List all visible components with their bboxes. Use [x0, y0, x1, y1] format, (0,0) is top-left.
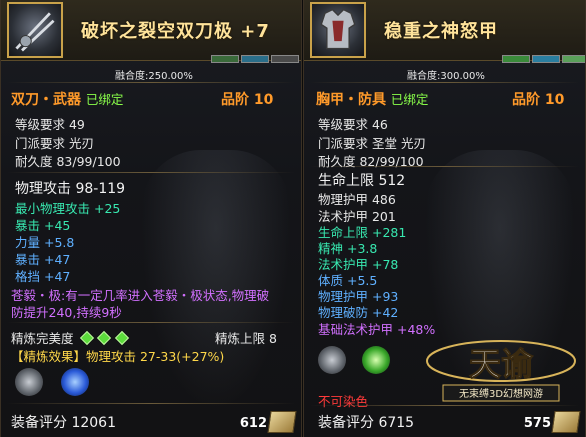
diamond-icon	[97, 330, 112, 346]
fusion-rate: 融合度:300.00%	[407, 71, 485, 82]
refine-effect: 【精炼效果】物理攻击 27-33(+27%)	[11, 349, 225, 364]
main-stat: 物理攻击 98-119	[15, 181, 126, 197]
currency-icon	[267, 411, 297, 433]
blue-gem-icon[interactable]	[61, 368, 89, 396]
gem-socket-icon[interactable]	[15, 368, 43, 396]
green-gem-icon[interactable]	[362, 346, 390, 374]
logo-subtitle: 无束缚3D幻想网游	[459, 387, 543, 400]
no-dye-notice: 不可染色	[318, 394, 369, 409]
refine-label: 精炼完美度	[11, 331, 74, 346]
sell-price: 612	[239, 416, 267, 431]
fusion-bars	[502, 55, 585, 63]
tooltip-header: 稳重之神怒甲	[304, 0, 585, 61]
divider	[310, 166, 579, 167]
divider	[310, 82, 579, 83]
divider	[7, 172, 295, 173]
divider	[7, 403, 295, 404]
equipment-score: 装备评分 6715	[318, 415, 415, 431]
item-tooltip-armor: 稳重之神怒甲 融合度:300.00% 胸甲・防具 已绑定 品阶 10 等级要求 …	[303, 0, 586, 437]
item-title: 破坏之裂空双刀极 +7	[81, 21, 270, 42]
divider	[7, 322, 295, 323]
divider	[310, 405, 579, 406]
equipment-score: 装备评分 12061	[11, 415, 116, 431]
bonus-stat: 格挡 +47	[15, 269, 71, 284]
refine-cap: 精炼上限 8	[215, 331, 277, 346]
fusion-bars	[211, 55, 299, 63]
logo-main-text: 天谕	[469, 345, 534, 383]
currency-icon	[551, 411, 581, 433]
school-requirement: 门派要求 光刃	[15, 136, 94, 151]
item-category: 双刀・武器	[11, 92, 81, 108]
chest-armor-item-icon[interactable]	[310, 2, 366, 58]
diamond-icon	[79, 330, 94, 346]
item-category: 胸甲・防具	[316, 92, 386, 108]
school-requirement: 门派要求 圣堂 光刃	[318, 136, 426, 151]
tianyu-logo: 天谕 无束缚3D幻想网游	[426, 340, 576, 402]
item-tooltip-weapon: 破坏之裂空双刀极 +7 融合度:250.00% 双刀・武器 已绑定 品阶 10 …	[0, 0, 302, 437]
bound-status: 已绑定	[390, 92, 429, 107]
item-grade: 品阶 10	[512, 92, 565, 108]
dual-blade-item-icon[interactable]	[7, 2, 63, 58]
fusion-rate: 融合度:250.00%	[115, 71, 193, 82]
bound-status: 已绑定	[85, 92, 124, 107]
sell-price: 575	[523, 416, 551, 431]
main-stat: 生命上限 512	[318, 173, 406, 189]
character-preview-backdrop	[141, 150, 291, 410]
special-effect-line: 防提升240,持续9秒	[11, 305, 122, 320]
durability: 耐久度 83/99/100	[15, 154, 121, 169]
item-grade: 品阶 10	[221, 92, 274, 108]
stat-line: 基础法术护甲 +48%	[318, 322, 436, 337]
diamond-icon	[115, 330, 130, 346]
durability: 耐久度 82/99/100	[318, 154, 424, 169]
level-requirement: 等级要求 49	[15, 117, 85, 132]
level-requirement: 等级要求 46	[318, 117, 388, 132]
tooltip-header: 破坏之裂空双刀极 +7	[1, 0, 301, 61]
divider	[7, 82, 295, 83]
gem-socket-icon[interactable]	[318, 346, 346, 374]
item-title: 稳重之神怒甲	[384, 21, 498, 42]
